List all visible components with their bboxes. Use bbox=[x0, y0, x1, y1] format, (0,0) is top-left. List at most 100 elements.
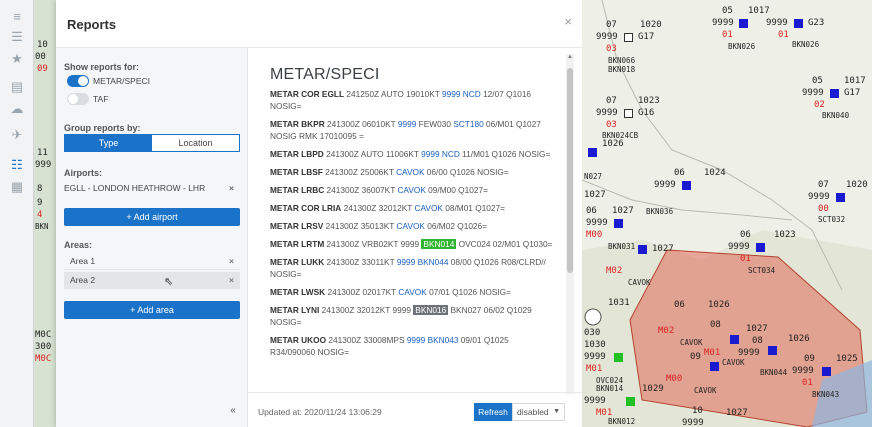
station-marker[interactable] bbox=[756, 243, 765, 252]
station-marker[interactable] bbox=[626, 397, 635, 406]
remove-area-icon[interactable]: × bbox=[229, 253, 234, 270]
station-marker[interactable] bbox=[830, 89, 839, 98]
area-item[interactable]: Area 2 × ⇖ bbox=[64, 272, 240, 289]
cursor-icon: ⇖ bbox=[164, 276, 174, 288]
station-label: BKN044 bbox=[760, 368, 788, 377]
station-label: 07 bbox=[606, 20, 617, 30]
scroll-thumb[interactable] bbox=[567, 68, 573, 273]
toggle-taf-row[interactable]: TAF bbox=[67, 93, 108, 105]
remove-airport-icon[interactable]: × bbox=[229, 183, 234, 193]
report-item: METAR LUKK 241300Z 33011KT 9999 BKN044 0… bbox=[270, 257, 546, 279]
report-item: METAR LBPD 241300Z AUTO 11006KT 9999 NCD… bbox=[270, 149, 551, 159]
station-marker[interactable] bbox=[768, 346, 777, 355]
station-marker[interactable] bbox=[614, 353, 623, 362]
reports-scrollbar[interactable]: ▲ bbox=[566, 54, 574, 394]
remove-area-icon[interactable]: × bbox=[229, 272, 234, 289]
station-marker[interactable] bbox=[682, 181, 691, 190]
metar-toggle[interactable] bbox=[67, 75, 89, 87]
station-label: 07 bbox=[606, 96, 617, 106]
close-icon[interactable]: × bbox=[564, 14, 572, 29]
map-label: BKN bbox=[35, 222, 49, 231]
scroll-up-icon[interactable]: ▲ bbox=[566, 54, 574, 62]
chart-icon[interactable]: ▤ bbox=[9, 80, 25, 94]
station-label: 9999 bbox=[808, 192, 830, 202]
station-marker[interactable] bbox=[710, 362, 719, 371]
station-label: 9999 bbox=[766, 18, 788, 28]
station-marker[interactable] bbox=[822, 367, 831, 376]
station-marker[interactable] bbox=[739, 19, 748, 28]
station-label: 1023 bbox=[774, 230, 796, 240]
station-label: G16 bbox=[638, 108, 655, 118]
refresh-mode-select[interactable]: disabled ▼ bbox=[512, 403, 565, 421]
station-label: 9999 bbox=[738, 348, 760, 358]
station-label: 08 bbox=[752, 336, 763, 346]
station-label: 06 bbox=[740, 230, 751, 240]
group-by-segmented: Type Location bbox=[64, 134, 240, 152]
station-marker[interactable] bbox=[730, 335, 739, 344]
station-label: M00 bbox=[586, 230, 603, 240]
station-label: 9999 bbox=[682, 418, 704, 427]
flight-icon[interactable]: ✈ bbox=[9, 128, 25, 142]
report-item: METAR LRTM 241300Z VRB02KT 9999 BKN014 O… bbox=[270, 239, 553, 249]
station-label: 1017 bbox=[748, 6, 770, 16]
station-label: BKN040 bbox=[822, 111, 850, 120]
station-label: 030 bbox=[584, 328, 601, 338]
station-marker[interactable] bbox=[638, 245, 647, 254]
station-marker[interactable] bbox=[588, 148, 597, 157]
updated-timestamp: Updated at: 2020/11/24 13:06:29 bbox=[258, 407, 382, 417]
station-label: 05 bbox=[812, 76, 823, 86]
list-icon[interactable]: ☰ bbox=[9, 30, 25, 44]
toggle-metar-row[interactable]: METAR/SPECI bbox=[67, 75, 150, 87]
station-label: 1023 bbox=[638, 96, 660, 106]
airports-label: Airports: bbox=[64, 168, 102, 178]
station-marker[interactable] bbox=[614, 219, 623, 228]
group-by-location[interactable]: Location bbox=[152, 135, 239, 151]
reports-list: METAR COR EGLL 241250Z AUTO 19010KT 9999… bbox=[270, 88, 554, 364]
settings-column: Show reports for: METAR/SPECI TAF Group … bbox=[56, 48, 248, 427]
station-marker[interactable] bbox=[624, 33, 633, 42]
station-label: 1026 bbox=[788, 334, 810, 344]
taf-toggle[interactable] bbox=[67, 93, 89, 105]
layers-icon[interactable]: ≡ bbox=[9, 10, 25, 24]
station-label: BKN043 bbox=[812, 390, 840, 399]
station-label: 1030 bbox=[584, 340, 606, 350]
station-label: BKN026 bbox=[792, 40, 820, 49]
station-label: BKN018 bbox=[608, 65, 636, 74]
map-label: 9 bbox=[37, 198, 43, 208]
weather-map[interactable]: 07 1020 9999 G17 03 BKN066 BKN018 05 101… bbox=[582, 0, 872, 427]
grid-icon[interactable]: ▦ bbox=[9, 180, 25, 194]
station-marker[interactable] bbox=[794, 19, 803, 28]
refresh-button[interactable]: Refresh bbox=[474, 403, 512, 421]
station-label: 05 bbox=[722, 6, 733, 16]
report-item: METAR LRSV 241300Z 35013KT CAVOK 06/M02 … bbox=[270, 221, 488, 231]
add-airport-button[interactable]: + Add airport bbox=[64, 208, 240, 226]
add-area-button[interactable]: + Add area bbox=[64, 301, 240, 319]
report-item: METAR COR LRIA 241300Z 32012KT CAVOK 08/… bbox=[270, 203, 505, 213]
report-item: METAR LYNI 241300Z 32012KT 9999 BKN016 B… bbox=[270, 305, 532, 327]
station-marker[interactable] bbox=[624, 109, 633, 118]
station-label: BKN066 bbox=[608, 56, 636, 65]
station-label: 1027 bbox=[584, 190, 606, 200]
station-label: BKN031 bbox=[608, 242, 636, 251]
station-label: 9999 bbox=[584, 352, 606, 362]
map-label: 10 bbox=[37, 40, 48, 50]
station-label: G17 bbox=[844, 88, 861, 98]
station-label: 9999 bbox=[586, 218, 608, 228]
station-label: 9999 bbox=[596, 32, 618, 42]
icon-sidebar: ≡ ☰ ★ ▤ ☁ ✈ ☷ ▦ bbox=[0, 0, 34, 427]
area-item[interactable]: Area 1 × bbox=[64, 253, 240, 270]
reports-icon[interactable]: ☷ bbox=[9, 158, 25, 172]
station-label: 01 bbox=[802, 378, 813, 388]
station-label: CAVOK bbox=[680, 338, 703, 347]
group-by-type[interactable]: Type bbox=[65, 135, 152, 151]
star-icon[interactable]: ★ bbox=[9, 52, 25, 66]
refresh-mode-value: disabled bbox=[517, 407, 549, 417]
map-label: 300 bbox=[35, 342, 52, 352]
station-label: 03 bbox=[606, 44, 617, 54]
map-control-icon[interactable] bbox=[584, 308, 602, 326]
collapse-icon[interactable]: « bbox=[224, 402, 242, 420]
station-label: 09 bbox=[690, 352, 701, 362]
cloud-icon[interactable]: ☁ bbox=[9, 102, 25, 116]
station-marker[interactable] bbox=[836, 193, 845, 202]
metar-toggle-label: METAR/SPECI bbox=[93, 76, 150, 86]
